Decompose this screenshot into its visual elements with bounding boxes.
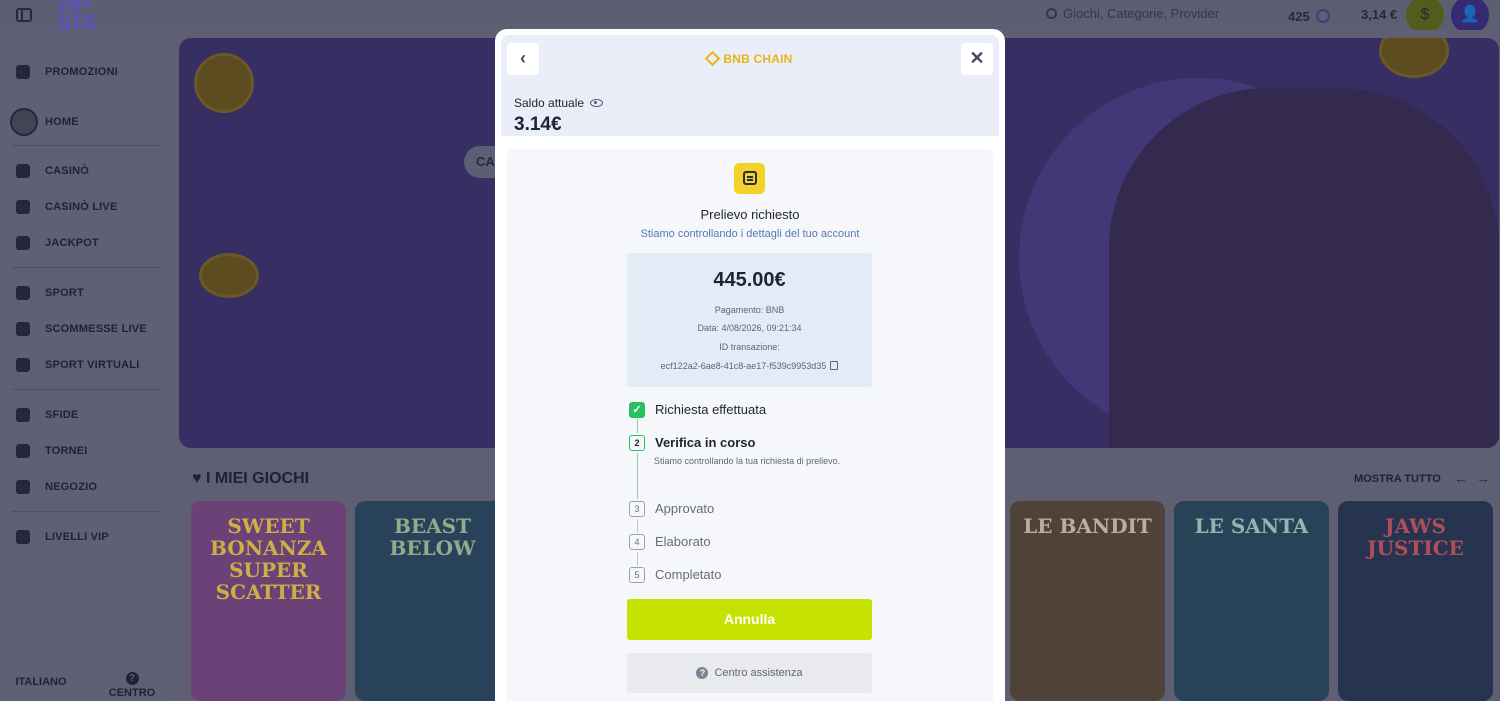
transaction-date: Data: 4/08/2026, 09:21:34 xyxy=(697,323,802,333)
withdrawal-amount: 445.00€ xyxy=(713,269,786,291)
question-icon: ? xyxy=(696,667,709,679)
balance-label: Saldo attuale xyxy=(514,96,604,110)
payment-method: Pagamento: BNB xyxy=(714,305,785,315)
step-connector xyxy=(637,552,638,566)
close-button[interactable]: ✕ xyxy=(961,43,993,75)
chain-title: BNB CHAIN xyxy=(501,50,999,67)
step-item: 3 Approvato xyxy=(629,500,879,518)
bnb-icon xyxy=(705,50,721,67)
check-icon: ✓ xyxy=(629,402,645,418)
help-center-link[interactable]: ? Centro assistenza xyxy=(627,653,872,693)
step-connector xyxy=(637,519,638,533)
withdrawal-status-panel: Prelievo richiesto Stiamo controllando i… xyxy=(507,149,993,701)
transaction-id-label: ID transazione: xyxy=(719,342,780,352)
cancel-withdrawal-button[interactable]: Annulla xyxy=(627,599,872,640)
transaction-id: ecf122a2-6ae8-41c8-ae17-f539c9953d35 xyxy=(627,360,872,371)
step-item: 2 Verifica in corso xyxy=(629,434,879,452)
withdrawal-modal: ‹ BNB CHAIN ✕ Saldo attuale 3.14€ Prelie… xyxy=(495,29,1005,701)
modal-header: ‹ BNB CHAIN ✕ Saldo attuale 3.14€ xyxy=(501,35,999,136)
balance-value: 3.14€ xyxy=(514,114,562,135)
status-title: Prelievo richiesto xyxy=(700,207,800,222)
eye-icon[interactable] xyxy=(590,99,604,107)
step-connector xyxy=(637,453,638,499)
transaction-summary: 445.00€ Pagamento: BNB Data: 4/08/2026, … xyxy=(627,253,872,387)
status-subtitle: Stiamo controllando i dettagli del tuo a… xyxy=(640,228,860,240)
withdrawal-icon xyxy=(734,163,765,194)
copy-icon[interactable] xyxy=(830,361,839,370)
step-item: 4 Elaborato xyxy=(629,533,879,551)
current-step-note: Stiamo controllando la tua richiesta di … xyxy=(654,456,841,466)
step-connector xyxy=(637,419,638,433)
step-item: ✓ Richiesta effettuata xyxy=(629,401,879,419)
step-item: 5 Completato xyxy=(629,566,879,584)
